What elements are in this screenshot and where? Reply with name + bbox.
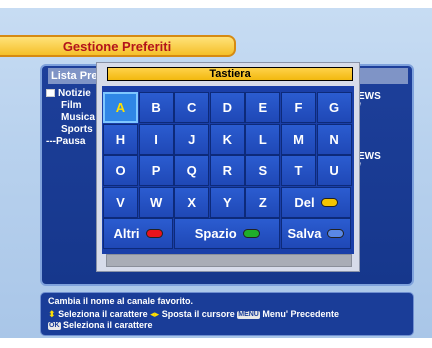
key-v[interactable]: V bbox=[103, 186, 138, 218]
key-d[interactable]: D bbox=[209, 92, 245, 123]
right-value: / bbox=[358, 162, 408, 173]
key-x[interactable]: X bbox=[174, 186, 210, 218]
help-text: Seleziona il carattere bbox=[58, 309, 148, 319]
right-value: / bbox=[358, 102, 408, 113]
help-line-ok: OK Seleziona il carattere bbox=[48, 320, 153, 331]
list-item-label: ---Pausa bbox=[46, 136, 86, 147]
help-line-controls: ⬍ Seleziona il carattere ◂▸ Sposta il cu… bbox=[48, 309, 339, 320]
list-item-label: Film bbox=[61, 100, 82, 111]
list-item-label: Sports bbox=[61, 124, 93, 135]
key-label: Salva bbox=[287, 226, 322, 242]
key-a[interactable]: A bbox=[103, 92, 138, 123]
key-l[interactable]: L bbox=[245, 123, 281, 155]
help-text: Sposta il cursore bbox=[161, 309, 235, 319]
keyboard-title: Tastiera bbox=[209, 68, 251, 80]
up-down-arrows-icon: ⬍ bbox=[48, 309, 56, 319]
key-n[interactable]: N bbox=[316, 123, 352, 155]
menu-button-icon: MENU bbox=[237, 311, 260, 319]
green-button-icon bbox=[242, 229, 260, 239]
keyboard-title-bar: Tastiera bbox=[107, 67, 353, 81]
key-r[interactable]: R bbox=[209, 155, 245, 187]
key-label: Spazio bbox=[194, 226, 237, 242]
left-right-arrows-icon: ◂▸ bbox=[150, 309, 160, 319]
key-k[interactable]: K bbox=[209, 123, 245, 155]
tv-menu-screen: Gestione Preferiti Lista Pre Notizie Fil… bbox=[0, 0, 432, 348]
key-label: Del bbox=[294, 194, 315, 210]
title-bar: Gestione Preferiti bbox=[0, 35, 236, 57]
key-p[interactable]: P bbox=[138, 155, 174, 187]
help-text: Seleziona il carattere bbox=[63, 320, 153, 330]
key-g[interactable]: G bbox=[316, 92, 352, 123]
help-text: Cambia il nome al canale favorito. bbox=[48, 296, 194, 306]
folder-icon bbox=[46, 89, 55, 97]
red-button-icon bbox=[145, 229, 163, 239]
altri-key[interactable]: Altri bbox=[103, 218, 173, 250]
blue-button-icon bbox=[327, 229, 345, 239]
key-q[interactable]: Q bbox=[174, 155, 210, 187]
key-s[interactable]: S bbox=[245, 155, 281, 187]
key-m[interactable]: M bbox=[281, 123, 316, 155]
key-b[interactable]: B bbox=[138, 92, 174, 123]
key-y[interactable]: Y bbox=[209, 186, 245, 218]
page-title: Gestione Preferiti bbox=[62, 38, 172, 54]
key-label: Altri bbox=[113, 226, 140, 242]
key-e[interactable]: E bbox=[245, 92, 281, 123]
ok-button-icon: OK bbox=[48, 322, 61, 330]
help-text: Menu' Precedente bbox=[262, 309, 340, 319]
salva-key[interactable]: Salva bbox=[281, 218, 351, 250]
list-item-label: Musica bbox=[61, 112, 95, 123]
right-value: EWS bbox=[358, 91, 381, 102]
key-i[interactable]: I bbox=[138, 123, 174, 155]
key-o[interactable]: O bbox=[103, 155, 138, 187]
right-column-header bbox=[352, 68, 408, 84]
key-h[interactable]: H bbox=[103, 123, 138, 155]
name-input-field[interactable] bbox=[106, 254, 352, 267]
spazio-key[interactable]: Spazio bbox=[174, 218, 281, 250]
key-f[interactable]: F bbox=[281, 92, 316, 123]
list-item-label: Notizie bbox=[58, 88, 91, 99]
key-u[interactable]: U bbox=[316, 155, 352, 187]
yellow-button-icon bbox=[320, 197, 338, 207]
key-t[interactable]: T bbox=[281, 155, 316, 187]
right-value: EWS bbox=[358, 151, 381, 162]
key-c[interactable]: C bbox=[174, 92, 210, 123]
key-w[interactable]: W bbox=[138, 186, 174, 218]
key-z[interactable]: Z bbox=[245, 186, 281, 218]
help-line-description: Cambia il nome al canale favorito. bbox=[48, 296, 193, 307]
del-key[interactable]: Del bbox=[281, 186, 351, 218]
key-j[interactable]: J bbox=[174, 123, 210, 155]
